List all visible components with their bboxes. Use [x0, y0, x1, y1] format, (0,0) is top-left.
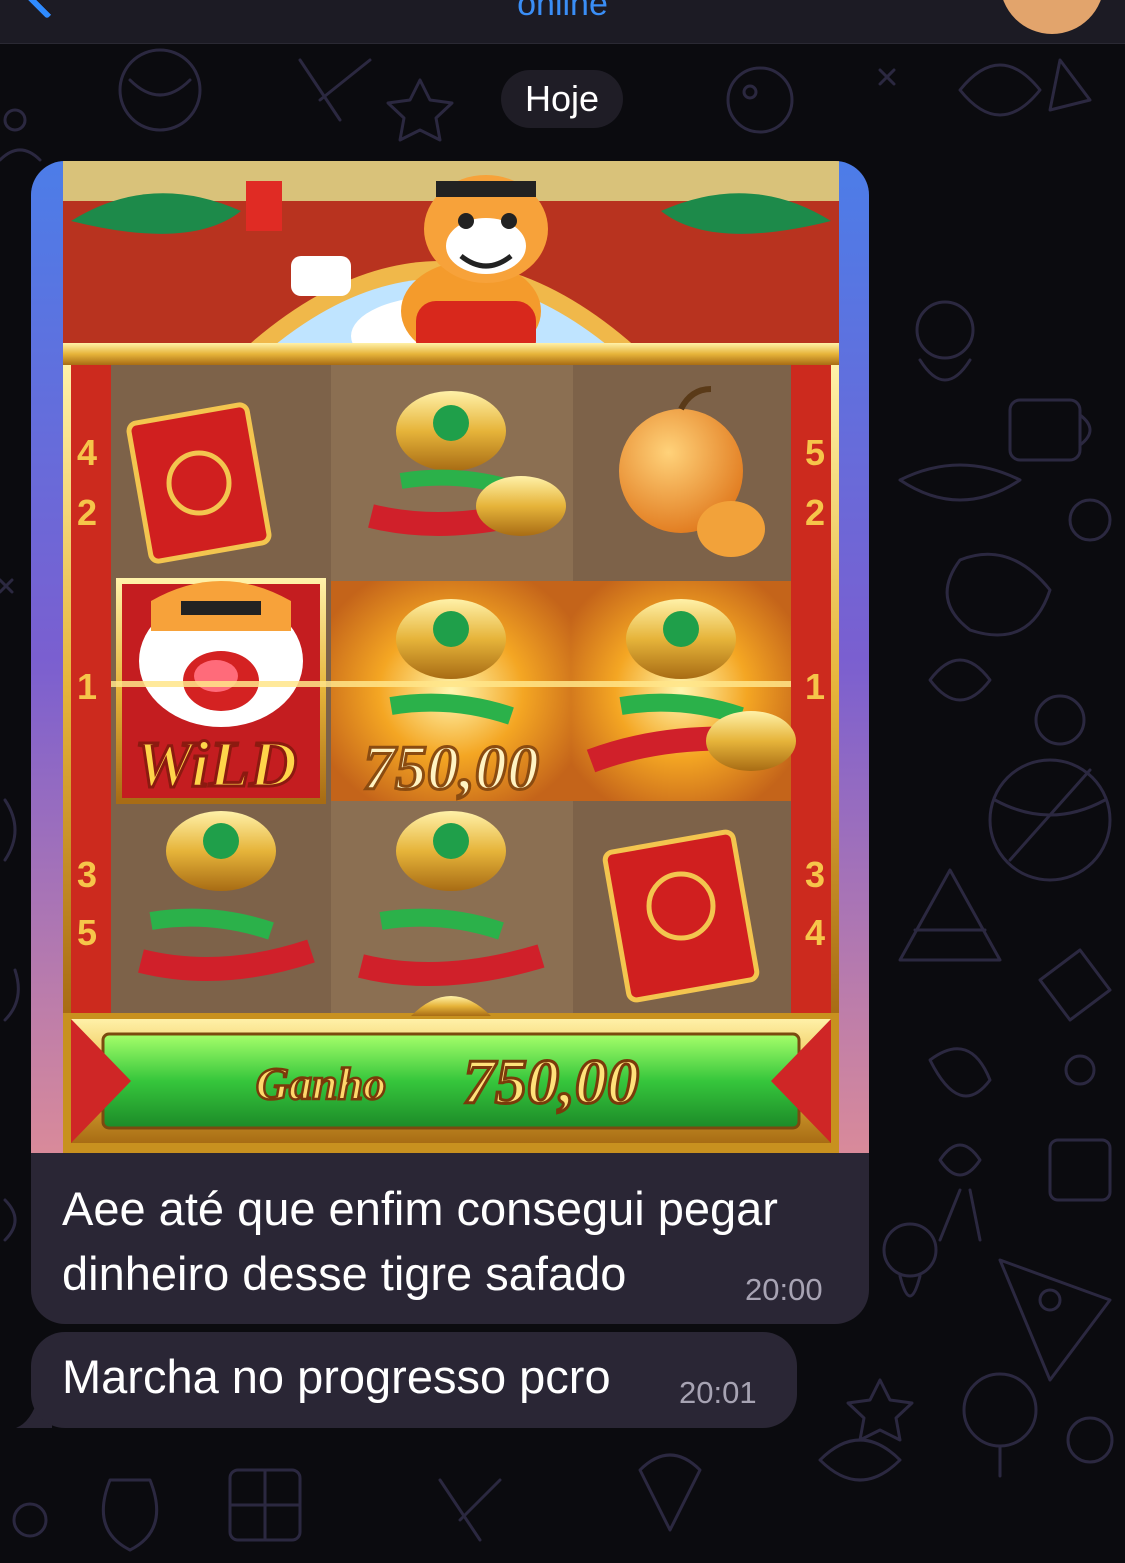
left-pillar-number-4: 3 — [77, 854, 97, 895]
image-caption-line-1: Aee até que enfim consegui pegar — [62, 1182, 778, 1235]
image-caption-line-2: dinheiro desse tigre safado — [62, 1247, 627, 1300]
win-banner-label: Ganho — [256, 1058, 386, 1109]
image-message-bubble[interactable]: WiLD 750,00 Ganho 750,00 4 2 1 3 5 5 2 1… — [31, 161, 869, 1324]
date-separator: Hoje — [501, 70, 623, 128]
text-message-bubble[interactable]: Marcha no progresso pcro 20:01 — [31, 1332, 797, 1428]
contact-avatar[interactable] — [1000, 0, 1104, 34]
right-pillar-number-1: 5 — [805, 432, 825, 473]
message-text: Marcha no progresso pcro — [62, 1350, 611, 1403]
message-timestamp: 20:01 — [679, 1375, 757, 1410]
right-pillar-number-3: 1 — [805, 666, 825, 707]
chat-header: online — [0, 0, 1125, 44]
slot-game-screenshot[interactable]: WiLD 750,00 Ganho 750,00 4 2 1 3 5 5 2 1… — [31, 161, 869, 1153]
right-pillar-number-4: 3 — [805, 854, 825, 895]
wild-label: WiLD — [135, 728, 298, 801]
message-timestamp: 20:00 — [745, 1272, 823, 1307]
left-pillar-number-1: 4 — [77, 432, 97, 473]
left-pillar-number-2: 2 — [77, 492, 97, 533]
line-win-amount: 750,00 — [363, 732, 539, 803]
contact-status: online — [517, 0, 608, 23]
left-pillar-number-5: 5 — [77, 912, 97, 953]
win-banner-amount: 750,00 — [463, 1046, 639, 1117]
right-pillar-number-5: 4 — [805, 912, 825, 953]
right-pillar-number-2: 2 — [805, 492, 825, 533]
left-pillar-number-3: 1 — [77, 666, 97, 707]
